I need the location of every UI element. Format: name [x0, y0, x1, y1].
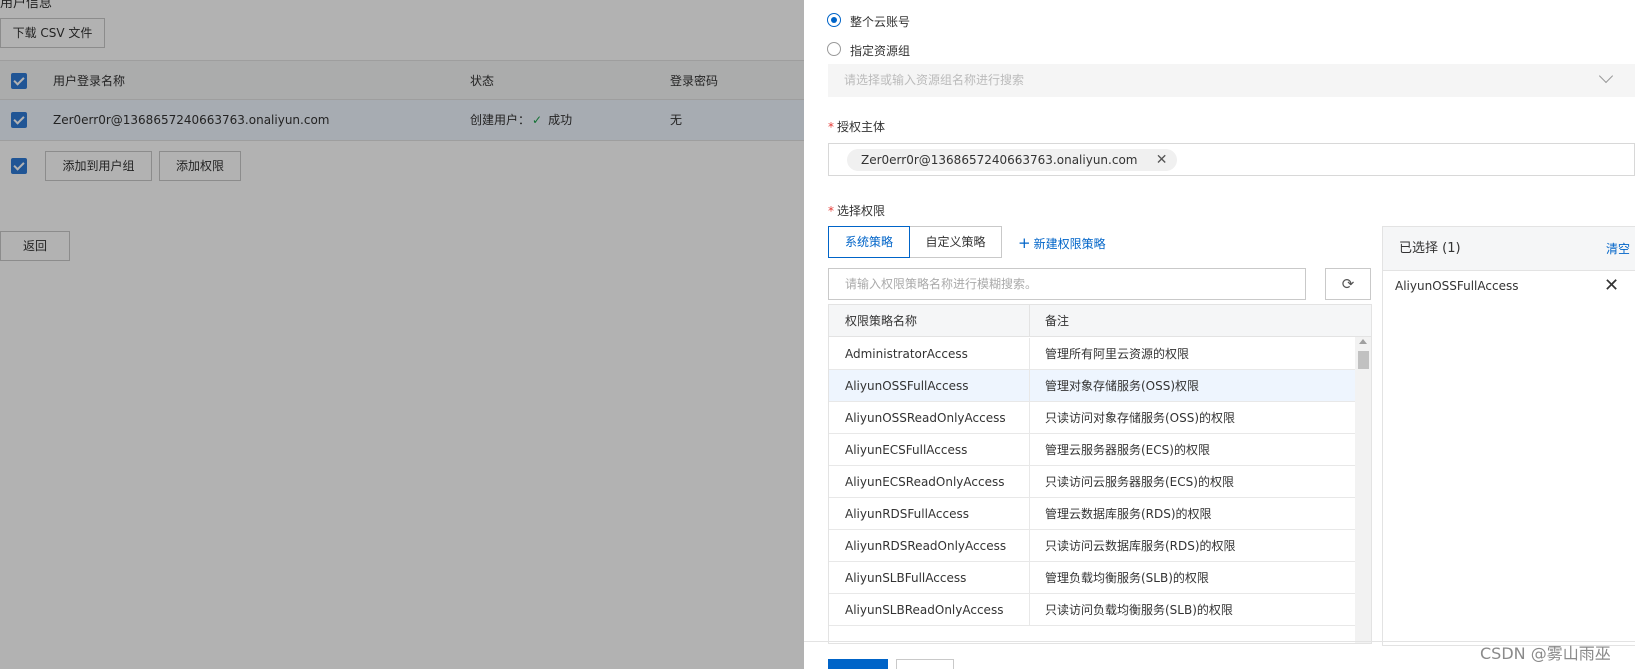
policy-name-cell: AliyunRDSFullAccess [845, 507, 969, 521]
policy-note-cell: 管理所有阿里云资源的权限 [1045, 347, 1190, 361]
resource-group-select[interactable]: 请选择或输入资源组名称进行搜索 [828, 64, 1635, 97]
scroll-thumb[interactable] [1358, 351, 1369, 369]
selected-panel-header: 已选择 (1) 清空 [1383, 227, 1635, 271]
close-icon[interactable]: ✕ [1604, 275, 1619, 296]
policy-name-cell: AliyunOSSReadOnlyAccess [845, 411, 1006, 425]
policy-search-input[interactable]: 请输入权限策略名称进行模糊搜索。 [828, 268, 1306, 300]
header-note: 备注 [1045, 314, 1070, 328]
column-divider [1029, 530, 1030, 562]
column-divider [1029, 434, 1030, 466]
radio-whole-account-label: 整个云账号 [850, 15, 911, 29]
modal-overlay[interactable] [0, 0, 804, 669]
table-row[interactable]: AdministratorAccess 管理所有阿里云资源的权限 [829, 338, 1355, 370]
policy-name-cell: AliyunECSFullAccess [845, 443, 968, 457]
column-divider [1029, 498, 1030, 530]
principal-tag-text: Zer0err0r@1368657240663763.onaliyun.com [861, 153, 1138, 167]
policy-name-cell: AliyunSLBReadOnlyAccess [845, 603, 1004, 617]
refresh-icon: ⟳ [1341, 275, 1355, 293]
column-divider [1029, 370, 1030, 402]
radio-whole-account[interactable] [827, 13, 841, 27]
selected-count: (1) [1442, 241, 1461, 256]
radio-resource-group[interactable] [827, 42, 841, 56]
policy-note-cell: 管理云数据库服务(RDS)的权限 [1045, 507, 1212, 521]
policy-name-cell: AliyunECSReadOnlyAccess [845, 475, 1005, 489]
grant-permission-drawer: 整个云账号 指定资源组 请选择或输入资源组名称进行搜索 * 授权主体 Zer0er… [804, 0, 1635, 669]
tab-system-policy[interactable]: 系统策略 [828, 226, 910, 258]
policy-note-cell: 只读访问云数据库服务(RDS)的权限 [1045, 539, 1236, 553]
table-row[interactable]: AliyunSLBReadOnlyAccess 只读访问负载均衡服务(SLB)的权… [829, 594, 1355, 626]
tab-custom-policy[interactable]: 自定义策略 [909, 226, 1002, 258]
scrollbar[interactable] [1355, 337, 1371, 643]
policy-name-cell: AliyunOSSFullAccess [845, 379, 969, 393]
permission-label: * 选择权限 [828, 202, 885, 219]
policy-name-cell: AdministratorAccess [845, 347, 968, 361]
radio-resource-group-label: 指定资源组 [850, 44, 911, 58]
cancel-button[interactable] [896, 659, 954, 669]
column-divider [1029, 562, 1030, 594]
column-divider [1029, 338, 1030, 370]
selected-title: 已选择 (1) [1399, 227, 1461, 271]
column-divider [1029, 402, 1030, 434]
principal-label: * 授权主体 [828, 118, 885, 135]
principal-input[interactable]: Zer0err0r@1368657240663763.onaliyun.com … [828, 143, 1635, 176]
selected-item: AliyunOSSFullAccess [1395, 279, 1519, 293]
policy-note-cell: 只读访问负载均衡服务(SLB)的权限 [1045, 603, 1233, 617]
column-divider [1029, 594, 1030, 626]
required-mark: * [828, 120, 834, 134]
column-divider [1029, 305, 1030, 337]
selected-panel: 已选择 (1) 清空 AliyunOSSFullAccess ✕ [1382, 226, 1635, 646]
column-divider [1029, 466, 1030, 498]
confirm-button[interactable] [828, 659, 888, 669]
table-row[interactable]: AliyunRDSFullAccess 管理云数据库服务(RDS)的权限 [829, 498, 1355, 530]
policy-name-cell: AliyunSLBFullAccess [845, 571, 967, 585]
policy-note-cell: 管理云服务器服务(ECS)的权限 [1045, 443, 1210, 457]
required-mark: * [828, 204, 834, 218]
table-row[interactable]: AliyunSLBFullAccess 管理负载均衡服务(SLB)的权限 [829, 562, 1355, 594]
close-icon[interactable]: ✕ [1156, 149, 1168, 171]
principal-tag: Zer0err0r@1368657240663763.onaliyun.com … [847, 149, 1178, 171]
policy-note-cell: 只读访问对象存储服务(OSS)的权限 [1045, 411, 1236, 425]
new-policy-link[interactable]: + 新建权限策略 [1018, 234, 1106, 252]
principal-label-text: 授权主体 [837, 120, 886, 134]
watermark: CSDN @雾山雨巫 [1480, 644, 1611, 663]
table-row[interactable]: AliyunOSSFullAccess 管理对象存储服务(OSS)权限 [829, 370, 1355, 402]
header-policy-name: 权限策略名称 [845, 314, 918, 328]
policy-note-cell: 管理负载均衡服务(SLB)的权限 [1045, 571, 1209, 585]
selected-title-text: 已选择 [1399, 241, 1439, 256]
table-row[interactable]: AliyunOSSReadOnlyAccess 只读访问对象存储服务(OSS)的权… [829, 402, 1355, 434]
permission-label-text: 选择权限 [837, 204, 886, 218]
policy-note-cell: 只读访问云服务器服务(ECS)的权限 [1045, 475, 1234, 489]
policy-name-cell: AliyunRDSReadOnlyAccess [845, 539, 1007, 553]
table-row[interactable]: AliyunECSFullAccess 管理云服务器服务(ECS)的权限 [829, 434, 1355, 466]
policy-note-cell: 管理对象存储服务(OSS)权限 [1045, 379, 1200, 393]
refresh-button[interactable]: ⟳ [1325, 268, 1371, 300]
table-row[interactable]: AliyunRDSReadOnlyAccess 只读访问云数据库服务(RDS)的权… [829, 530, 1355, 562]
clear-selected-link[interactable]: 清空 [1606, 227, 1630, 271]
new-policy-label: 新建权限策略 [1033, 237, 1106, 251]
policy-table-header: 权限策略名称 备注 [829, 305, 1371, 337]
policy-table: 权限策略名称 备注 AdministratorAccess 管理所有阿里云资源的权… [828, 304, 1372, 644]
plus-icon: + [1018, 234, 1031, 252]
scroll-up-icon[interactable] [1359, 339, 1367, 344]
table-row[interactable]: AliyunECSReadOnlyAccess 只读访问云服务器服务(ECS)的权… [829, 466, 1355, 498]
